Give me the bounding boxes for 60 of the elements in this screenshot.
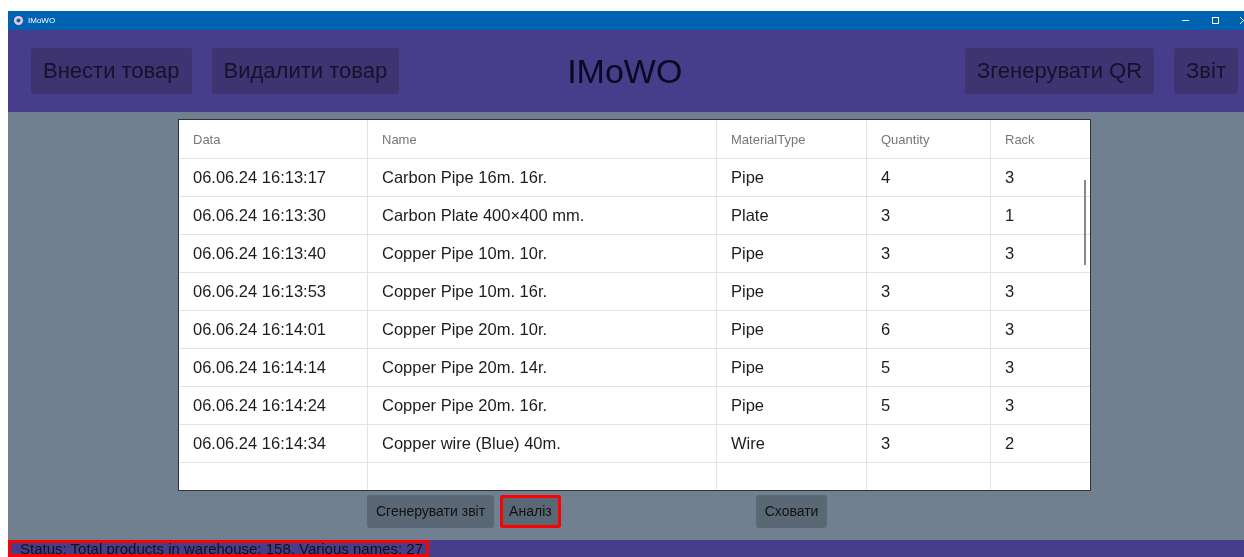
table-cell: Copper Pipe 20m. 14r. [368, 349, 717, 386]
column-header[interactable]: Data [179, 120, 368, 158]
table-cell: Plate [717, 197, 867, 234]
maximize-icon[interactable] [1212, 17, 1219, 24]
toolbar-button[interactable]: Згенерувати QR [964, 48, 1155, 94]
table-cell: 06.06.24 16:14:34 [179, 425, 368, 462]
table-cell: 06.06.24 16:14:24 [179, 387, 368, 424]
action-button[interactable]: Сгенерувати звіт [367, 494, 495, 528]
table-cell-text: 3 [1004, 395, 1016, 416]
table-cell: Pipe [717, 387, 867, 424]
action-button[interactable]: Аналіз [500, 494, 561, 528]
table-cell: Pipe [717, 159, 867, 196]
column-header[interactable]: Quantity [867, 120, 991, 158]
minimize-icon[interactable] [1182, 19, 1189, 22]
table-cell: 3 [867, 235, 991, 272]
toolbar-button[interactable]: Видалити товар [211, 48, 400, 94]
toolbar-button[interactable]: Внести товар [31, 48, 192, 94]
table-cell: 4 [867, 159, 991, 196]
column-header[interactable]: Name [368, 120, 717, 158]
table-cell: Copper wire (Blue) 40m. [368, 425, 717, 462]
table-cell: 06.06.24 16:14:14 [179, 349, 368, 386]
scrollbar-thumb[interactable] [1084, 180, 1086, 265]
table-cell-text: 3 [1004, 167, 1016, 188]
table-cell-text: 3 [1004, 357, 1016, 378]
table-cell: Copper Pipe 20m. 10r. [368, 311, 717, 348]
table-cell: Carbon Plate 400×400 mm. [368, 197, 717, 234]
table-cell: Carbon Pipe 16m. 16r. [368, 159, 717, 196]
table-cell-text: 3 [1004, 243, 1016, 264]
table-cell-text: 3 [1004, 281, 1016, 302]
column-header[interactable]: Rack [991, 120, 1090, 158]
table-cell: 6 [867, 311, 991, 348]
table-cell-text: 1 [1004, 205, 1016, 226]
table-cell: 3 [867, 273, 991, 310]
table-cell: 06.06.24 16:13:30 [179, 197, 368, 234]
status-text: Status: Total products in warehouse: 158. Various names: 27 [8, 540, 429, 557]
table-cell: 06.06.24 16:13:17 [179, 159, 368, 196]
table-cell: 5 [867, 387, 991, 424]
toolbar-button[interactable]: Звіт [1174, 48, 1238, 94]
table-cell: Pipe [717, 273, 867, 310]
action-button[interactable]: Сховати [755, 494, 828, 528]
app-logo-icon [14, 16, 23, 25]
table-cell: 5 [867, 349, 991, 386]
window-title: IMoWO [28, 16, 56, 25]
table-cell: 06.06.24 16:13:40 [179, 235, 368, 272]
table-cell: 06.06.24 16:14:01 [179, 311, 368, 348]
table-cell: 3 [867, 425, 991, 462]
table-cell: Copper Pipe 20m. 16r. [368, 387, 717, 424]
table-cell: 3 [867, 197, 991, 234]
table-cell-text: 2 [1004, 433, 1016, 454]
table-cell: Wire [717, 425, 867, 462]
table-cell-text: 3 [1004, 319, 1016, 340]
table-cell: Pipe [717, 235, 867, 272]
column-header[interactable]: MaterialType [717, 120, 867, 158]
table-cell: Pipe [717, 349, 867, 386]
app-title: IMoWO [567, 51, 683, 91]
table-cell: Pipe [717, 311, 867, 348]
table-cell: Copper Pipe 10m. 16r. [368, 273, 717, 310]
close-icon[interactable] [1240, 17, 1244, 24]
table-cell: 06.06.24 16:13:53 [179, 273, 368, 310]
table-cell: Copper Pipe 10m. 10r. [368, 235, 717, 272]
